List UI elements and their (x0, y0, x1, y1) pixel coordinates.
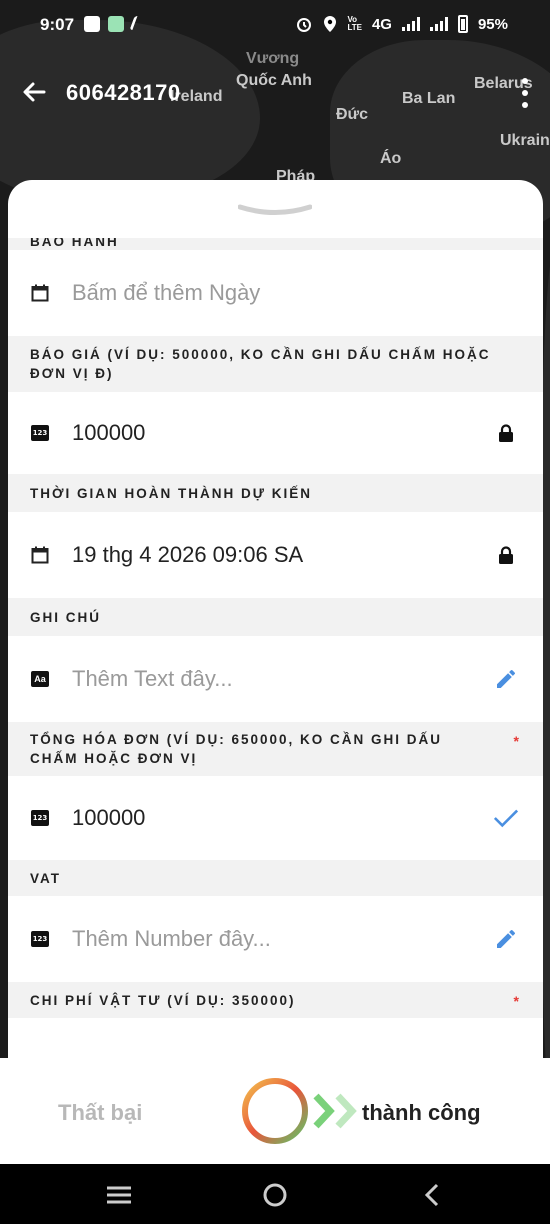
note-placeholder: Thêm Text đây... (72, 666, 233, 691)
volte-icon: Vo LTE (347, 15, 362, 32)
edit-pencil-icon[interactable] (493, 926, 519, 952)
app-notification-icon (129, 16, 149, 30)
section-label: CHI PHÍ VẬT TƯ (VÍ DỤ: 350000) * (8, 982, 543, 1018)
warranty-placeholder: Bấm để thêm Ngày (72, 280, 261, 305)
notification-icons (84, 16, 149, 32)
required-mark: * (513, 993, 521, 1009)
more-menu-button[interactable] (516, 78, 534, 108)
number-icon: 123 (31, 425, 49, 441)
drag-handle[interactable] (238, 204, 312, 216)
network-type: 4G (371, 15, 392, 33)
swipe-knob[interactable] (240, 1076, 310, 1146)
signal-icon (401, 17, 420, 31)
form-list: BẢO HÀNH Bấm để thêm Ngày BÁO GIÁ (VÍ DỤ… (8, 238, 543, 1060)
alarm-icon (297, 18, 312, 32)
material-cost-field[interactable] (8, 1018, 543, 1058)
calendar-icon (30, 545, 50, 565)
app-bar: 606428170 (0, 60, 550, 124)
battery-level: 95% (477, 15, 508, 33)
section-label: BẢO HÀNH (8, 238, 543, 250)
eta-value: 19 thg 4 2026 09:06 SA (72, 542, 304, 567)
warranty-field[interactable]: Bấm để thêm Ngày (8, 250, 543, 336)
number-icon: 123 (31, 810, 49, 826)
vat-placeholder: Thêm Number đây... (72, 926, 271, 951)
location-icon (324, 16, 337, 32)
check-icon[interactable] (493, 805, 519, 831)
map-label: Áo (380, 150, 402, 167)
fail-label[interactable]: Thất bại (58, 1100, 142, 1126)
quote-field[interactable]: 123 100000 (8, 392, 543, 474)
vat-field[interactable]: 123 Thêm Number đây... (8, 896, 543, 982)
app-notification-icon (84, 16, 100, 32)
arrow-left-icon (23, 82, 46, 102)
signal-icon (429, 17, 448, 31)
swipe-action-bar: Thất bại thành công (0, 1058, 550, 1164)
chevron-right-icon (313, 1093, 357, 1129)
section-label: GHI CHÚ (8, 598, 543, 636)
more-vert-icon (522, 78, 528, 84)
eta-field[interactable]: 19 thg 4 2026 09:06 SA (8, 512, 543, 598)
section-label: BÁO GIÁ (VÍ DỤ: 500000, KO CẦN GHI DẤU C… (8, 336, 543, 392)
system-nav-bar (0, 1164, 550, 1224)
section-label: VAT (8, 860, 543, 896)
calendar-icon (30, 283, 50, 303)
battery-icon (457, 15, 468, 33)
page-title: 606428170 (66, 80, 181, 105)
status-right: Vo LTE 4G 95% (295, 15, 508, 33)
app-notification-icon (108, 16, 124, 32)
note-field[interactable]: Aa Thêm Text đây... (8, 636, 543, 722)
number-icon: 123 (31, 931, 49, 947)
recents-icon[interactable] (104, 1180, 134, 1210)
invoice-total-field[interactable]: 123 100000 (8, 776, 543, 860)
edit-pencil-icon[interactable] (493, 666, 519, 692)
invoice-total-value: 100000 (72, 805, 146, 830)
map-label: Ukrain (500, 132, 550, 149)
required-mark: * (513, 733, 521, 749)
section-label: THỜI GIAN HOÀN THÀNH DỰ KIẾN (8, 474, 543, 512)
lock-icon (493, 542, 519, 568)
status-time: 9:07 (40, 15, 75, 34)
text-icon: Aa (31, 671, 49, 687)
section-label: TỔNG HÓA ĐƠN (VÍ DỤ: 650000, KO CẦN GHI … (8, 722, 543, 776)
home-icon[interactable] (260, 1180, 290, 1210)
bottom-sheet: BẢO HÀNH Bấm để thêm Ngày BÁO GIÁ (VÍ DỤ… (8, 180, 543, 1060)
lock-icon (493, 420, 519, 446)
status-bar: 9:07 Vo LTE 4G 95% (0, 0, 550, 52)
quote-value: 100000 (72, 420, 146, 445)
back-nav-icon[interactable] (418, 1180, 448, 1210)
success-label[interactable]: thành công (362, 1100, 481, 1126)
back-button[interactable] (20, 78, 48, 106)
